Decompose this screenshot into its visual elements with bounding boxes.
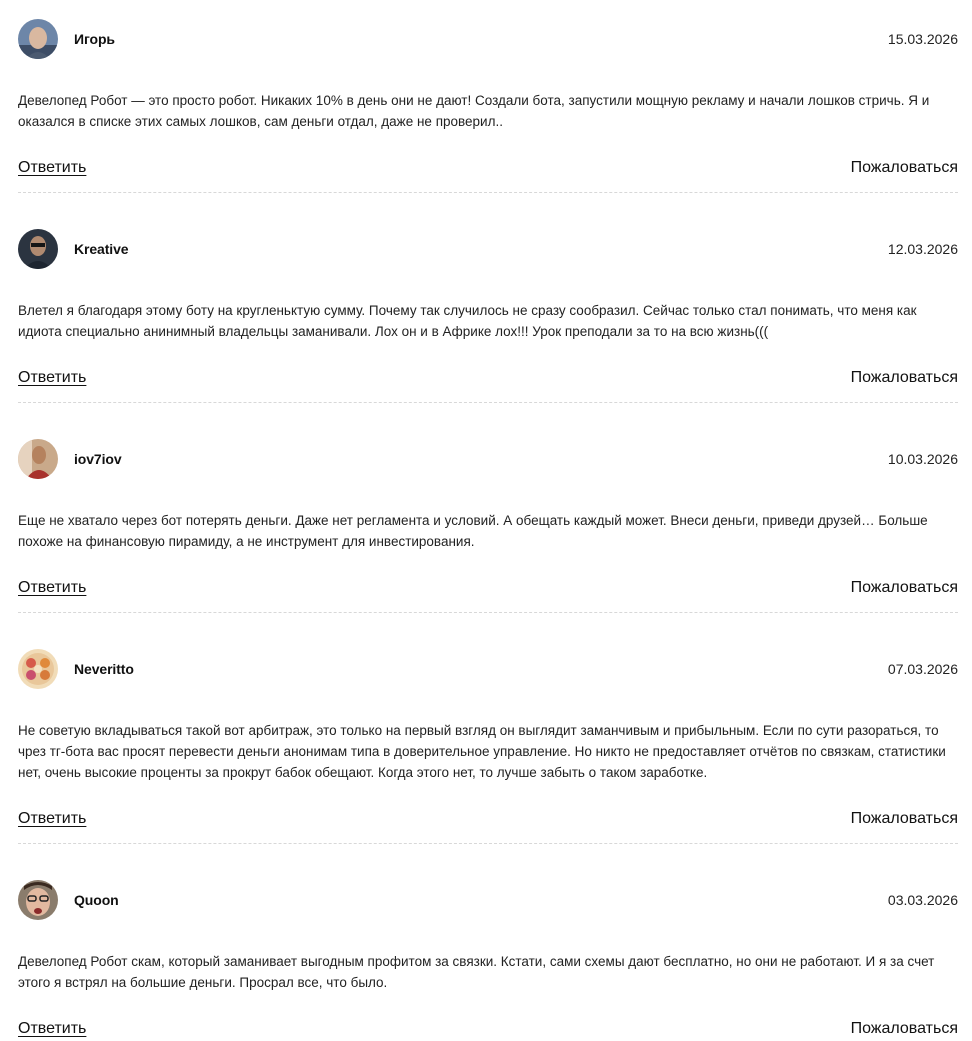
comment-item: Игорь 15.03.2026 Девелопед Робот — это п… (18, 19, 958, 229)
comment-date: 07.03.2026 (887, 661, 958, 677)
comment-actions: Ответить Пожаловаться (18, 808, 958, 830)
comment-item: Neveritto 07.03.2026 Не советую вкладыва… (18, 649, 958, 859)
comment-divider (18, 843, 958, 844)
avatar-photo-icon (18, 880, 58, 920)
avatar[interactable] (18, 439, 58, 479)
comment-text: Не советую вкладываться такой вот арбитр… (18, 723, 946, 780)
avatar-illustration-icon (18, 649, 58, 689)
comment-date: 10.03.2026 (887, 451, 958, 467)
comment-date: 15.03.2026 (887, 31, 958, 47)
comment-header: Neveritto 07.03.2026 (18, 649, 958, 689)
report-link[interactable]: Пожаловаться (851, 810, 958, 828)
avatar[interactable] (18, 19, 58, 59)
comment-divider (18, 402, 958, 403)
avatar-photo-icon (18, 19, 58, 59)
comment-header: Игорь 15.03.2026 (18, 19, 958, 59)
comment-item: iov7iov 10.03.2026 Еще не хватало через … (18, 439, 958, 649)
comments-list: Игорь 15.03.2026 Девелопед Робот — это п… (0, 0, 972, 1041)
comment-text: Девелопед Робот скам, который заманивает… (18, 954, 935, 990)
author-name[interactable]: Neveritto (74, 661, 134, 677)
comment-divider (18, 192, 958, 193)
avatar[interactable] (18, 880, 58, 920)
avatar[interactable] (18, 649, 58, 689)
comment-header: Kreative 12.03.2026 (18, 229, 958, 269)
reply-link[interactable]: Ответить (18, 369, 86, 387)
report-link[interactable]: Пожаловаться (851, 159, 958, 177)
comment-actions: Ответить Пожаловаться (18, 577, 958, 599)
report-link[interactable]: Пожаловаться (851, 369, 958, 387)
comment-text: Влетел я благодаря этому боту на круглен… (18, 303, 917, 339)
author-name[interactable]: Игорь (74, 31, 115, 47)
reply-link[interactable]: Ответить (18, 810, 86, 828)
report-link[interactable]: Пожаловаться (851, 1020, 958, 1038)
author-name[interactable]: Quoon (74, 892, 119, 908)
comment-divider (18, 612, 958, 613)
reply-link[interactable]: Ответить (18, 579, 86, 597)
reply-link[interactable]: Ответить (18, 159, 86, 177)
comment-item: Kreative 12.03.2026 Влетел я благодаря э… (18, 229, 958, 439)
comment-header: iov7iov 10.03.2026 (18, 439, 958, 479)
comment-actions: Ответить Пожаловаться (18, 1018, 958, 1040)
comment-text: Еще не хватало через бот потерять деньги… (18, 513, 928, 549)
author-name[interactable]: iov7iov (74, 451, 122, 467)
avatar[interactable] (18, 229, 58, 269)
comment-date: 03.03.2026 (887, 892, 958, 908)
comment-text: Девелопед Робот — это просто робот. Ника… (18, 93, 930, 129)
comment-header: Quoon 03.03.2026 (18, 880, 958, 920)
avatar-photo-icon (18, 439, 58, 479)
reply-link[interactable]: Ответить (18, 1020, 86, 1038)
report-link[interactable]: Пожаловаться (851, 579, 958, 597)
comment-date: 12.03.2026 (887, 241, 958, 257)
author-name[interactable]: Kreative (74, 241, 129, 257)
comment-item: Quoon 03.03.2026 Девелопед Робот скам, к… (18, 880, 958, 1041)
avatar-photo-icon (18, 229, 58, 269)
comment-actions: Ответить Пожаловаться (18, 367, 958, 389)
comment-actions: Ответить Пожаловаться (18, 157, 958, 179)
